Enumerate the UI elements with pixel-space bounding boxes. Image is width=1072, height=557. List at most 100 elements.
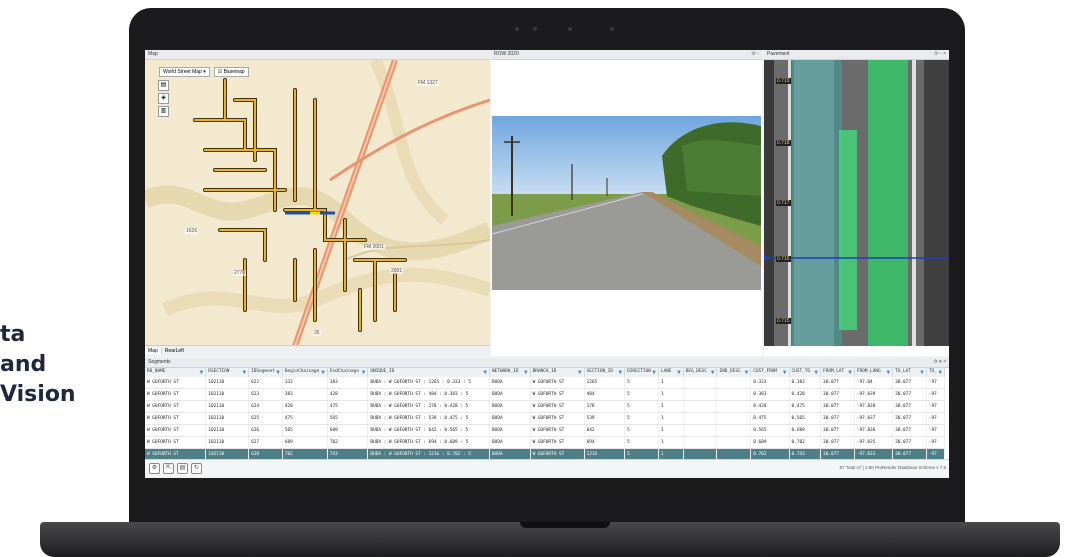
table-cell: 0.333: [750, 377, 790, 389]
filter-icon[interactable]: ▼: [619, 369, 623, 376]
column-header[interactable]: BEG_DESC ▼: [683, 368, 718, 377]
column-header[interactable]: RSECTION ▼: [205, 368, 250, 377]
table-row[interactable]: W GOFORTH ST 102110 622 332 383 BUDA : W GOFO…: [145, 377, 946, 389]
column-header[interactable]: RD_NAME ▼: [145, 368, 207, 377]
column-header[interactable]: TO_LAT ▼: [892, 368, 927, 377]
segments-footer: ⚙ ⇱ ▤ ↻ 87 Total s7 | 1:80 ProRender Dat…: [145, 459, 949, 476]
table-cell: W GOFORTH ST: [530, 412, 585, 425]
document-icon[interactable]: ▤: [177, 463, 188, 474]
table-cell: -97: [926, 388, 946, 401]
basemap-controls: World Street Map ▾ ☑ Basemap: [159, 67, 249, 77]
filter-icon[interactable]: ▼: [848, 369, 852, 376]
columns-icon[interactable]: ▥: [158, 106, 169, 117]
filter-icon[interactable]: ▼: [200, 369, 204, 376]
filter-icon[interactable]: ▼: [711, 369, 715, 376]
map-road-label: 35: [313, 330, 321, 336]
pavement-image[interactable]: 0.719 0.718 0.717 0.716 0.715: [764, 60, 949, 346]
column-header[interactable]: LANE ▼: [658, 368, 684, 377]
tab-map[interactable]: Map: [145, 348, 162, 354]
panel-controls[interactable]: ⟳ ▫ ×: [934, 50, 946, 59]
table-cell: BUDA: [489, 436, 531, 449]
filter-icon[interactable]: ▼: [745, 369, 749, 376]
table-row[interactable]: W GOFORTH ST 102110 623 383 428 BUDA : W GOFO…: [145, 388, 946, 401]
tab-rearleft[interactable]: RearLeft: [162, 348, 187, 354]
column-header[interactable]: CUST_TO ▼: [789, 368, 822, 377]
table-cell: 30.077: [820, 412, 855, 425]
table-cell: 178: [584, 400, 626, 413]
table-row[interactable]: W GOFORTH ST 102110 625 475 565 BUDA : W GOFO…: [145, 412, 946, 425]
column-header[interactable]: BRANCH_ID ▼: [530, 368, 585, 377]
map-tabs: Map RearLeft: [145, 345, 490, 356]
table-cell: 30.077: [892, 377, 927, 389]
column-header[interactable]: EndChainage ▼: [327, 368, 369, 377]
filter-icon[interactable]: ▼: [321, 369, 325, 376]
segments-header: Segments ⟳ ▾ ×: [145, 358, 949, 368]
table-cell: [716, 388, 752, 401]
table-cell: -97: [926, 424, 946, 437]
column-header[interactable]: DIRECTION ▼: [624, 368, 659, 377]
table-cell: [716, 424, 752, 437]
panel-controls[interactable]: ⟳ ▾ ×: [934, 358, 946, 367]
table-cell: 0.565: [750, 424, 790, 437]
table-cell: 30.077: [892, 424, 927, 437]
table-cell: 623: [248, 388, 283, 401]
map-panel-title: Map: [148, 51, 158, 57]
filter-icon[interactable]: ▼: [276, 369, 280, 376]
map-road-label: 2770: [233, 270, 247, 276]
table-cell: -97: [926, 377, 946, 389]
filter-icon[interactable]: ▼: [578, 369, 582, 376]
filter-icon[interactable]: ▼: [938, 369, 942, 376]
column-header[interactable]: TO_ ▼: [926, 368, 946, 377]
filter-icon[interactable]: ▼: [242, 369, 246, 376]
export-icon[interactable]: ⇱: [163, 463, 174, 474]
table-cell: 0.428: [789, 388, 822, 401]
map-view[interactable]: FM 1327 FM 2001 2001 2770 1626 35: [145, 60, 490, 346]
table-cell: W GOFORTH ST: [145, 412, 207, 425]
layers-icon[interactable]: ◈: [158, 93, 169, 104]
table-cell: W GOFORTH ST: [530, 400, 585, 413]
table-cell: 0.609: [789, 424, 822, 437]
table-cell: 30.077: [892, 388, 927, 401]
basemap-select[interactable]: World Street Map ▾: [159, 67, 210, 77]
basemap-checkbox[interactable]: ☑ Basemap: [213, 67, 249, 77]
table-cell: 609: [282, 436, 328, 449]
filter-icon[interactable]: ▼: [483, 369, 487, 376]
document-icon[interactable]: ▤: [158, 80, 169, 91]
column-header[interactable]: UNIQUE_ID ▼: [367, 368, 491, 377]
filter-icon[interactable]: ▼: [652, 369, 656, 376]
filter-icon[interactable]: ▼: [814, 369, 818, 376]
table-cell: BUDA : W GOFORTH ST : 484 : 0.383 : 5: [367, 388, 491, 401]
map-canvas: [145, 60, 490, 346]
column-header[interactable]: IDSegment ▼: [248, 368, 283, 377]
pavement-panel: Pavement ⟳ ▫ × 0.719 0.718 0.717 0.716 0…: [764, 50, 949, 356]
refresh-icon[interactable]: ↻: [191, 463, 202, 474]
table-cell: -97.837: [854, 412, 894, 425]
table-cell: 102110: [205, 424, 250, 437]
settings-icon[interactable]: ⚙: [149, 463, 160, 474]
column-header[interactable]: NETWORK_ID ▼: [489, 368, 531, 377]
filter-icon[interactable]: ▼: [783, 369, 787, 376]
filter-icon[interactable]: ▼: [362, 369, 366, 376]
table-cell: [716, 436, 752, 449]
column-header[interactable]: END_DESC ▼: [716, 368, 752, 377]
table-cell: 0.702: [789, 436, 822, 449]
panel-controls[interactable]: ⟳ ▫: [752, 50, 759, 59]
table-cell: -97: [926, 412, 946, 425]
table-cell: BUDA: [489, 400, 531, 413]
table-cell: BUDA : W GOFORTH ST : 642 : 0.565 : 5: [367, 424, 491, 437]
filter-icon[interactable]: ▼: [677, 369, 681, 376]
column-header[interactable]: BeginChainage ▼: [282, 368, 328, 377]
filter-icon[interactable]: ▼: [524, 369, 528, 376]
table-row[interactable]: W GOFORTH ST 102110 626 565 609 BUDA : W GOFO…: [145, 424, 946, 437]
table-row[interactable]: W GOFORTH ST 102110 624 428 475 BUDA : W GOFO…: [145, 400, 946, 413]
filter-icon[interactable]: ▼: [886, 369, 890, 376]
table-cell: 1: [658, 400, 684, 413]
table-cell: W GOFORTH ST: [145, 436, 207, 449]
table-row[interactable]: W GOFORTH ST 102110 627 609 702 BUDA : W GOFO…: [145, 436, 946, 449]
column-header[interactable]: FROM_LAT ▼: [820, 368, 855, 377]
column-header[interactable]: CUST_FROM ▼: [750, 368, 790, 377]
table-cell: 609: [327, 424, 369, 437]
filter-icon[interactable]: ▼: [920, 369, 924, 376]
column-header[interactable]: FROM_LONG ▼: [854, 368, 894, 377]
column-header[interactable]: SECTION_ID ▼: [584, 368, 626, 377]
